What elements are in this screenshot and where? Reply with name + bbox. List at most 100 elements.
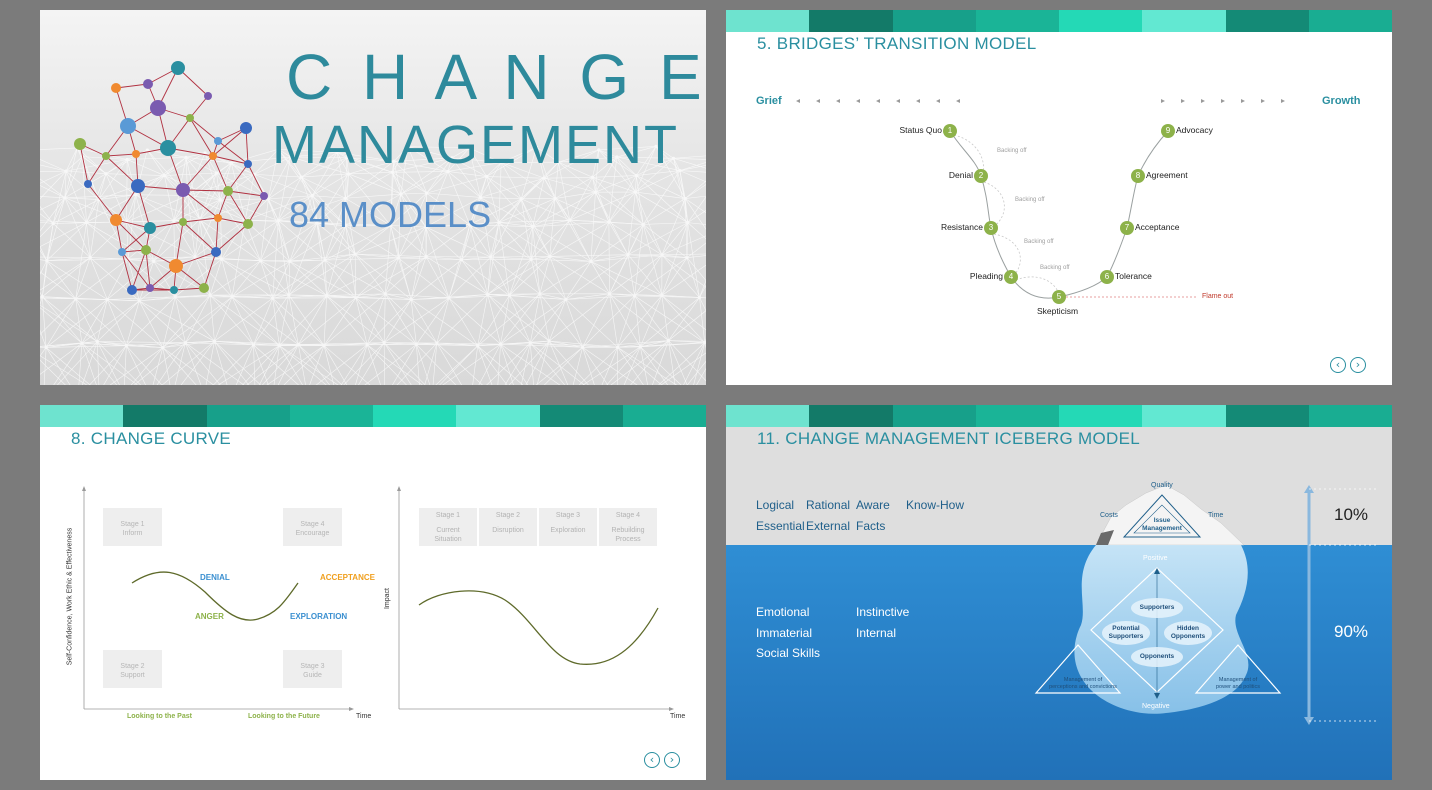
hidden-opponents-label: Hidden Opponents <box>1170 625 1206 640</box>
growth-arrow-icon <box>1181 99 1185 103</box>
above-know-how: Know-How <box>906 498 965 512</box>
costs-label: Costs <box>1100 512 1118 519</box>
backing-off-label-1: Backing off <box>997 148 1027 154</box>
growth-arrow-icon <box>1201 99 1205 103</box>
stage-marker-2: 2 <box>974 169 988 183</box>
stage-label-7: Acceptance <box>1135 222 1180 232</box>
slide-iceberg-model[interactable]: 11. CHANGE MANAGEMENT ICEBERG MODEL Logi… <box>726 405 1392 780</box>
grief-arrow-icon <box>856 99 860 103</box>
stage-marker-9: 9 <box>1161 124 1175 138</box>
above-aware: Aware <box>856 498 890 512</box>
below-social-skills: Social Skills <box>756 646 821 660</box>
head-node <box>204 92 212 100</box>
head-node <box>150 100 166 116</box>
head-node <box>199 283 209 293</box>
below-internal: Internal <box>856 626 897 640</box>
head-node <box>176 183 190 197</box>
grief-arrow-icon <box>796 99 800 103</box>
impact-stage-cell-1: Stage 1 Current Situation <box>419 508 477 546</box>
impact-stage-cell-4: Stage 4 Rebuilding Process <box>599 508 657 546</box>
head-node <box>110 214 122 226</box>
growth-arrow-icon <box>1221 99 1225 103</box>
head-node <box>131 179 145 193</box>
stage1-box: Stage 1 Inform <box>103 508 162 546</box>
next-button[interactable]: › <box>664 752 680 768</box>
next-button[interactable]: › <box>1350 357 1366 373</box>
growth-arrow-icon <box>1241 99 1245 103</box>
stage-marker-5: 5 <box>1052 290 1066 304</box>
stage-marker-7: 7 <box>1120 221 1134 235</box>
head-node <box>144 222 156 234</box>
above-facts: Facts <box>856 519 886 533</box>
slide-bridges-transition-model[interactable]: 5. BRIDGES’ TRANSITION MODEL Grief Growt… <box>726 10 1392 385</box>
stage-label-4: Pleading <box>969 271 1003 281</box>
stage-marker-3: 3 <box>984 221 998 235</box>
head-node <box>118 248 126 256</box>
potential-supporters-label: Potential Supporters <box>1108 625 1144 640</box>
perceptions-label: Management of perceptions and conviction… <box>1049 677 1117 690</box>
below-instinctive: Instinctive <box>856 605 910 619</box>
issue-management-label: Issue Management <box>1142 517 1182 532</box>
below-emotional: Emotional <box>756 605 810 619</box>
grief-arrow-icon <box>896 99 900 103</box>
denial-label: DENIAL <box>200 573 230 582</box>
acceptance-label: ACCEPTANCE <box>320 573 375 582</box>
head-node <box>146 284 154 292</box>
head-node <box>84 180 92 188</box>
transition-curve-diagram <box>796 99 1285 299</box>
impact-stage-title: Stage 2 <box>495 512 521 519</box>
head-node <box>260 192 268 200</box>
stage-marker-1: 1 <box>943 124 957 138</box>
cover-title-management: MANAGEMENT <box>272 115 680 175</box>
head-node <box>169 259 183 273</box>
head-node <box>160 140 176 156</box>
stage-label-1: Status Quo <box>899 125 942 135</box>
impact-stage-title: Stage 3 <box>555 512 581 519</box>
head-node <box>186 114 194 122</box>
anger-label: ANGER <box>195 612 224 621</box>
head-node <box>179 218 187 226</box>
impact-stage-cell-3: Stage 3 Exploration <box>539 508 597 546</box>
change-curve-charts <box>82 486 674 711</box>
growth-arrow-icon <box>1281 99 1285 103</box>
impact-stage-title: Stage 4 <box>615 512 641 519</box>
impact-stage-desc: Disruption <box>492 527 524 534</box>
backing-off-label-4: Backing off <box>1040 265 1070 271</box>
impact-stage-desc: Rebuilding Process <box>611 527 645 543</box>
head-node <box>143 79 153 89</box>
slide-title: 11. CHANGE MANAGEMENT ICEBERG MODEL <box>757 429 1140 448</box>
negative-label: Negative <box>1142 703 1170 710</box>
head-node <box>209 152 217 160</box>
slide-change-curve[interactable]: 8. CHANGE CURVE Self-Confidence, Work Et… <box>40 405 706 780</box>
pct-bottom-label: 90% <box>1334 622 1369 641</box>
above-essential: Essential <box>756 519 805 533</box>
impact-stage-desc: Exploration <box>550 527 586 534</box>
grief-arrow-icon <box>916 99 920 103</box>
stage-marker-6: 6 <box>1100 270 1114 284</box>
stage-label-9: Advocacy <box>1176 125 1213 135</box>
cover-subtitle: 84 MODELS <box>289 194 492 235</box>
head-node <box>127 285 137 295</box>
head-node <box>120 118 136 134</box>
stage-label-5: Skepticism <box>1037 306 1079 316</box>
chart2-xlabel: Time <box>670 713 686 720</box>
head-node <box>243 219 253 229</box>
cover-title-change: C H A N G E <box>286 41 706 113</box>
head-node <box>102 152 110 160</box>
head-node <box>111 83 121 93</box>
impact-stage-desc: Current Situation <box>434 527 462 543</box>
impact-stage-title: Stage 1 <box>435 512 461 519</box>
past-label: Looking to the Past <box>127 713 192 720</box>
stage3-box: Stage 3 Guide <box>283 650 342 688</box>
prev-button[interactable]: ‹ <box>1330 357 1346 373</box>
header-color-bar <box>726 405 1392 427</box>
grief-arrow-icon <box>836 99 840 103</box>
future-label: Looking to the Future <box>248 713 320 720</box>
growth-arrow-icon <box>1161 99 1165 103</box>
prev-button[interactable]: ‹ <box>644 752 660 768</box>
slide-change-management-cover[interactable]: C H A N G E MANAGEMENT 84 MODELS <box>40 10 706 385</box>
head-node <box>74 138 86 150</box>
grief-arrow-icon <box>876 99 880 103</box>
iceberg-graphic <box>726 405 1392 780</box>
head-node <box>240 122 252 134</box>
